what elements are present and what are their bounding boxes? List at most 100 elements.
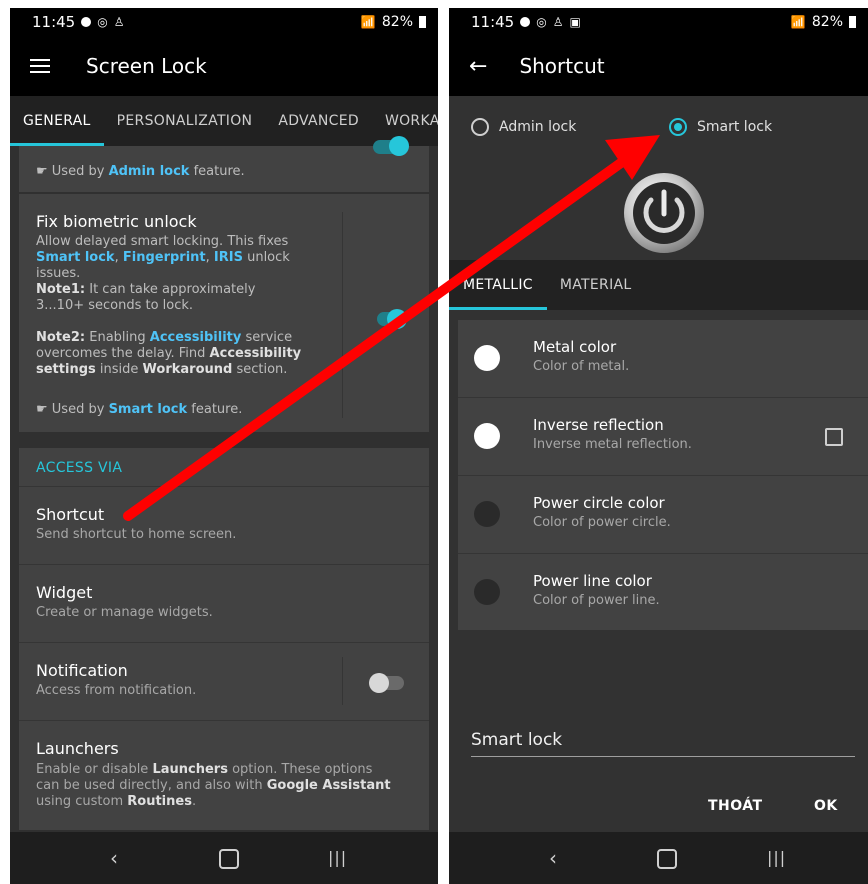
recents-nav-icon[interactable]: ||| (328, 848, 347, 867)
power-line-color-title: Power line color (533, 572, 652, 590)
status-time: 11:45 (471, 13, 515, 31)
launchers-text-e: using custom (36, 794, 124, 809)
status-bar: 11:45 ◎ ♙ 📶 82% (10, 8, 438, 36)
person-icon: ♙ (113, 15, 125, 29)
back-nav-icon[interactable]: ‹ (110, 846, 118, 870)
wifi-signal-icon: 📶 (360, 15, 376, 29)
home-nav-icon[interactable] (657, 849, 677, 869)
power-circle-color-item[interactable]: Power circle color Color of power circle… (458, 476, 868, 553)
notification-item[interactable]: Notification Access from notification. (19, 643, 429, 720)
power-circle-color-swatch[interactable] (474, 501, 500, 527)
smart-lock-used-by: ☛ Used by Smart lock feature. (36, 402, 242, 418)
widget-subtitle: Create or manage widgets. (36, 605, 213, 620)
note1: Note1: It can take approximately 3...10+… (36, 282, 306, 314)
image-icon: ▣ (569, 15, 581, 29)
access-via-header: ACCESS VIA (36, 460, 123, 476)
widget-item[interactable]: Widget Create or manage widgets. (19, 565, 429, 642)
inverse-reflection-title: Inverse reflection (533, 416, 664, 434)
menu-icon[interactable] (30, 55, 50, 77)
hand-pointer-icon: ☛ (36, 402, 48, 417)
note2-text-a: Enabling (89, 330, 146, 345)
shortcut-item[interactable]: Shortcut Send shortcut to home screen. (19, 487, 429, 564)
launchers-routines: Routines (127, 794, 192, 809)
hand-pointer-icon: ☛ (36, 164, 48, 179)
metal-color-item[interactable]: Metal color Color of metal. (458, 320, 868, 397)
notification-dot-icon (520, 17, 531, 27)
home-nav-icon[interactable] (219, 849, 239, 869)
fix-biometric-title: Fix biometric unlock (36, 212, 197, 231)
power-line-color-item[interactable]: Power line color Color of power line. (458, 554, 868, 630)
power-line-color-swatch[interactable] (474, 579, 500, 605)
inverse-reflection-swatch[interactable] (474, 423, 500, 449)
tab-metallic[interactable]: METALLIC (449, 260, 547, 310)
notification-dot-icon (81, 17, 92, 27)
tab-personalization[interactable]: PERSONALIZATION (104, 96, 266, 146)
desc-smart-lock: Smart lock (36, 250, 115, 265)
used-by-prefix: Used by (51, 164, 105, 179)
battery-icon (419, 16, 426, 28)
cancel-button[interactable]: THOÁT (708, 798, 763, 814)
launchers-item[interactable]: Launchers Enable or disable Launchers op… (19, 721, 429, 830)
navigation-bar: ‹ ||| (449, 832, 868, 884)
metal-color-swatch[interactable] (474, 345, 500, 371)
battery-icon (849, 16, 856, 28)
desc-separator: , (114, 250, 119, 265)
admin-lock-radio[interactable] (471, 118, 489, 136)
smart-lock-option[interactable]: Smart lock (669, 117, 809, 139)
navigation-bar: ‹ ||| (10, 832, 438, 884)
notification-toggle-knob (369, 673, 389, 693)
vertical-divider (342, 212, 343, 418)
note2-text-c: inside (99, 362, 139, 377)
inverse-reflection-item[interactable]: Inverse reflection Inverse metal reflect… (458, 398, 868, 475)
fix-biometric-card[interactable]: Fix biometric unlock Allow delayed smart… (19, 194, 429, 432)
screen-title: Shortcut (519, 54, 605, 78)
shortcut-title: Shortcut (36, 505, 105, 524)
ok-button[interactable]: OK (814, 798, 838, 814)
smart-lock-radio[interactable] (669, 118, 687, 136)
power-line-color-subtitle: Color of power line. (533, 593, 660, 608)
battery-percentage: 82% (811, 14, 843, 30)
power-icon-preview (621, 170, 707, 256)
inverse-reflection-checkbox[interactable] (825, 428, 843, 446)
admin-lock-option[interactable]: Admin lock (471, 117, 611, 139)
vertical-divider (342, 657, 343, 705)
note2-accessibility: Accessibility (149, 330, 242, 345)
recents-nav-icon[interactable]: ||| (767, 848, 786, 867)
used-by-feature: Smart lock (108, 402, 188, 417)
tab-advanced[interactable]: ADVANCED (265, 96, 372, 146)
status-bar: 11:45 ◎ ♙ ▣ 📶 82% (449, 8, 868, 36)
back-arrow-icon[interactable]: ← (469, 54, 487, 79)
app-bar: ← Shortcut (449, 36, 868, 96)
desc-text: Allow delayed smart locking. This fixes (36, 234, 289, 249)
admin-lock-used-by: ☛ Used by Admin lock feature. (36, 164, 245, 180)
battery-percentage: 82% (381, 14, 413, 30)
smart-lock-radio-selected-dot (674, 123, 682, 131)
app-title: Screen Lock (86, 54, 207, 78)
desc-fingerprint: Fingerprint (122, 250, 206, 265)
note2-workaround: Workaround (142, 362, 233, 377)
note2: Note2: Enabling Accessibility service ov… (36, 330, 316, 378)
launchers-google-assistant: Google Assistant (266, 778, 391, 793)
power-circle-color-subtitle: Color of power circle. (533, 515, 671, 530)
metal-color-subtitle: Color of metal. (533, 359, 630, 374)
style-tabs: METALLIC MATERIAL (449, 260, 868, 310)
power-icon (624, 173, 704, 253)
tab-general[interactable]: GENERAL (10, 96, 104, 146)
launchers-text-a: Enable or disable (36, 762, 149, 777)
used-by-feature: Admin lock (108, 164, 190, 179)
app-bar: Screen Lock (10, 36, 438, 96)
tab-material[interactable]: MATERIAL (547, 260, 645, 310)
back-nav-icon[interactable]: ‹ (549, 846, 557, 870)
shortcut-name-input[interactable]: Smart lock (471, 730, 855, 757)
wifi-signal-icon: 📶 (790, 15, 806, 29)
note2-label: Note2: (36, 330, 86, 345)
admin-lock-setting-card: ☛ Used by Admin lock feature. (19, 136, 429, 192)
launchers-title: Launchers (36, 739, 119, 758)
note1-label: Note1: (36, 282, 86, 297)
admin-lock-label: Admin lock (499, 119, 577, 135)
metallic-settings-list: Metal color Color of metal. Inverse refl… (458, 320, 868, 630)
used-by-prefix: Used by (51, 402, 105, 417)
note2-text-d: section. (236, 362, 288, 377)
used-by-suffix: feature. (193, 164, 245, 179)
person-icon: ♙ (552, 15, 564, 29)
